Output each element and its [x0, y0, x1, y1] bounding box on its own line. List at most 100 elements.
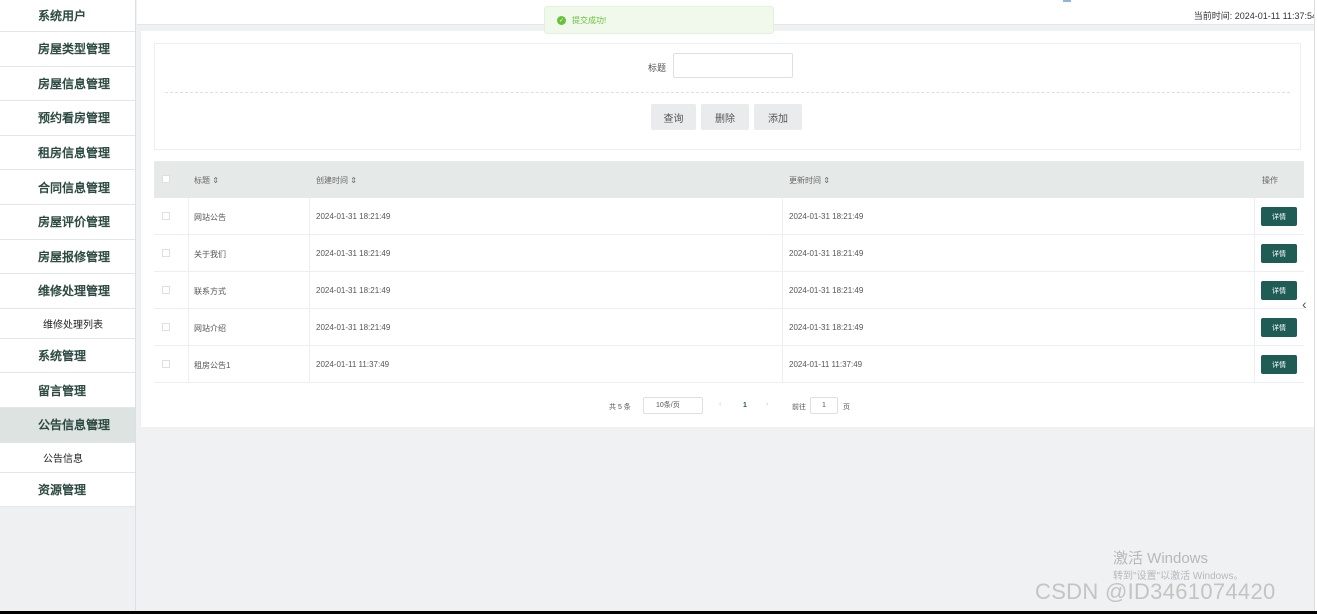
cell-divider: [188, 235, 189, 271]
cell-divider: [1254, 309, 1255, 345]
hand-cursor-icon: ☝: [90, 416, 99, 432]
cell-divider: [782, 272, 783, 308]
row-updated: 2024-01-11 11:37:49: [789, 360, 863, 369]
sidebar-item[interactable]: 房屋报修管理: [0, 239, 135, 275]
chevron-left-icon[interactable]: ‹: [1302, 296, 1307, 312]
check-circle-icon: ✓: [557, 15, 566, 25]
cell-divider: [782, 235, 783, 271]
search-panel: 标题 查询 删除 添加: [154, 43, 1301, 150]
pagination: 共 5 条 10条/页 ‹ 1 › 前往 1 页: [141, 397, 1317, 417]
cell-divider: [1254, 235, 1255, 271]
sidebar-item[interactable]: 公告信息管理: [0, 407, 135, 443]
main-content: 标题 查询 删除 添加 标题 ⇕ 创建时间 ⇕ 更新时间 ⇕ 操作 网站公告 20…: [141, 31, 1317, 427]
sidebar-item[interactable]: 房屋类型管理: [0, 32, 135, 67]
windows-activation-watermark: 激活 Windows: [1113, 550, 1209, 567]
goto-page-input[interactable]: 1: [810, 397, 838, 414]
detail-button[interactable]: 详情: [1261, 207, 1297, 226]
page-unit-label: 页: [843, 404, 850, 411]
row-title: 关于我们: [194, 250, 226, 259]
header-created[interactable]: 创建时间 ⇕: [316, 175, 357, 186]
header-icon: [1063, 0, 1071, 2]
current-time: 当前时间: 2024-01-11 11:37:54: [1193, 11, 1317, 21]
cell-divider: [782, 346, 783, 382]
cell-divider: [188, 198, 189, 234]
sidebar: 系统用户 房屋类型管理 房屋信息管理 预约看房管理 租房信息管理 合同信息管理 房屋评价管理…: [0, 0, 136, 611]
row-checkbox[interactable]: [162, 212, 170, 220]
pagination-total: 共 5 条: [609, 404, 631, 411]
row-title: 网站介绍: [194, 324, 226, 333]
row-created: 2024-01-11 11:37:49: [316, 360, 390, 369]
cell-divider: [309, 235, 310, 271]
sidebar-item[interactable]: 系统管理: [0, 338, 135, 374]
sidebar-item[interactable]: 维修处理管理: [0, 274, 135, 309]
cell-divider: [188, 272, 189, 308]
table-row: 网站公告 2024-01-31 18:21:49 2024-01-31 18:21:…: [154, 198, 1304, 235]
prev-page-icon[interactable]: ‹: [719, 401, 721, 408]
cell-divider: [309, 272, 310, 308]
current-page[interactable]: 1: [743, 402, 747, 409]
search-label: 标题: [648, 63, 667, 73]
detail-button[interactable]: 详情: [1261, 281, 1297, 300]
header-title[interactable]: 标题 ⇕: [194, 175, 219, 186]
sidebar-item[interactable]: 租房信息管理: [0, 135, 135, 171]
header-action: 操作: [1262, 176, 1278, 185]
toast-text: 提交成功!: [572, 15, 607, 25]
row-title: 租房公告1: [194, 361, 231, 370]
row-checkbox[interactable]: [162, 323, 170, 331]
sidebar-item[interactable]: 房屋信息管理: [0, 66, 135, 102]
row-checkbox[interactable]: [162, 286, 170, 294]
detail-button[interactable]: 详情: [1261, 244, 1297, 263]
sidebar-subitem[interactable]: 维修处理列表: [0, 308, 135, 339]
divider: [165, 92, 1290, 93]
delete-button[interactable]: 删除: [701, 104, 749, 130]
cell-divider: [309, 198, 310, 234]
sidebar-item[interactable]: 合同信息管理: [0, 170, 135, 205]
detail-button[interactable]: 详情: [1261, 318, 1297, 337]
table-header: 标题 ⇕ 创建时间 ⇕ 更新时间 ⇕ 操作: [154, 161, 1304, 198]
sidebar-item[interactable]: 留言管理: [0, 373, 135, 408]
row-checkbox[interactable]: [162, 360, 170, 368]
app-window: 系统用户 房屋类型管理 房屋信息管理 预约看房管理 租房信息管理 合同信息管理 房屋评价管理…: [0, 0, 1317, 611]
cell-divider: [1254, 346, 1255, 382]
success-toast: ✓ 提交成功!: [544, 6, 774, 34]
row-title: 网站公告: [194, 213, 226, 222]
cell-divider: [309, 309, 310, 345]
select-all-checkbox[interactable]: [162, 175, 170, 183]
table-body: 网站公告 2024-01-31 18:21:49 2024-01-31 18:21:…: [154, 198, 1304, 383]
row-created: 2024-01-31 18:21:49: [316, 286, 391, 295]
table-row: 租房公告1 2024-01-11 11:37:49 2024-01-11 11:37…: [154, 346, 1304, 383]
goto-label: 前往: [792, 404, 806, 411]
row-updated: 2024-01-31 18:21:49: [789, 323, 864, 332]
row-created: 2024-01-31 18:21:49: [316, 249, 391, 258]
row-title: 联系方式: [194, 287, 226, 296]
cell-divider: [188, 309, 189, 345]
sidebar-subitem[interactable]: 公告信息: [0, 442, 135, 473]
csdn-watermark: CSDN @ID3461074420: [1035, 579, 1276, 604]
table-row: 关于我们 2024-01-31 18:21:49 2024-01-31 18:21:…: [154, 235, 1304, 272]
sidebar-item[interactable]: 房屋评价管理: [0, 204, 135, 240]
cell-divider: [309, 346, 310, 382]
row-updated: 2024-01-31 18:21:49: [789, 249, 864, 258]
cell-divider: [1254, 198, 1255, 234]
sidebar-item[interactable]: 预约看房管理: [0, 101, 135, 136]
announcement-table: 标题 ⇕ 创建时间 ⇕ 更新时间 ⇕ 操作 网站公告 2024-01-31 18:…: [154, 161, 1304, 383]
row-updated: 2024-01-31 18:21:49: [789, 286, 864, 295]
row-checkbox[interactable]: [162, 249, 170, 257]
row-created: 2024-01-31 18:21:49: [316, 212, 391, 221]
next-page-icon[interactable]: ›: [766, 401, 768, 408]
cell-divider: [1254, 272, 1255, 308]
detail-button[interactable]: 详情: [1261, 355, 1297, 374]
table-row: 联系方式 2024-01-31 18:21:49 2024-01-31 18:21:…: [154, 272, 1304, 309]
cell-divider: [188, 346, 189, 382]
title-search-input[interactable]: [673, 53, 793, 78]
page-size-select[interactable]: 10条/页: [643, 397, 703, 414]
sidebar-item[interactable]: 资源管理: [0, 472, 135, 508]
add-button[interactable]: 添加: [754, 104, 802, 130]
cell-divider: [782, 309, 783, 345]
row-updated: 2024-01-31 18:21:49: [789, 212, 864, 221]
row-created: 2024-01-31 18:21:49: [316, 323, 391, 332]
table-row: 网站介绍 2024-01-31 18:21:49 2024-01-31 18:21:…: [154, 309, 1304, 346]
header-updated[interactable]: 更新时间 ⇕: [789, 175, 830, 186]
query-button[interactable]: 查询: [651, 104, 696, 130]
sidebar-item[interactable]: 系统用户: [0, 0, 135, 32]
